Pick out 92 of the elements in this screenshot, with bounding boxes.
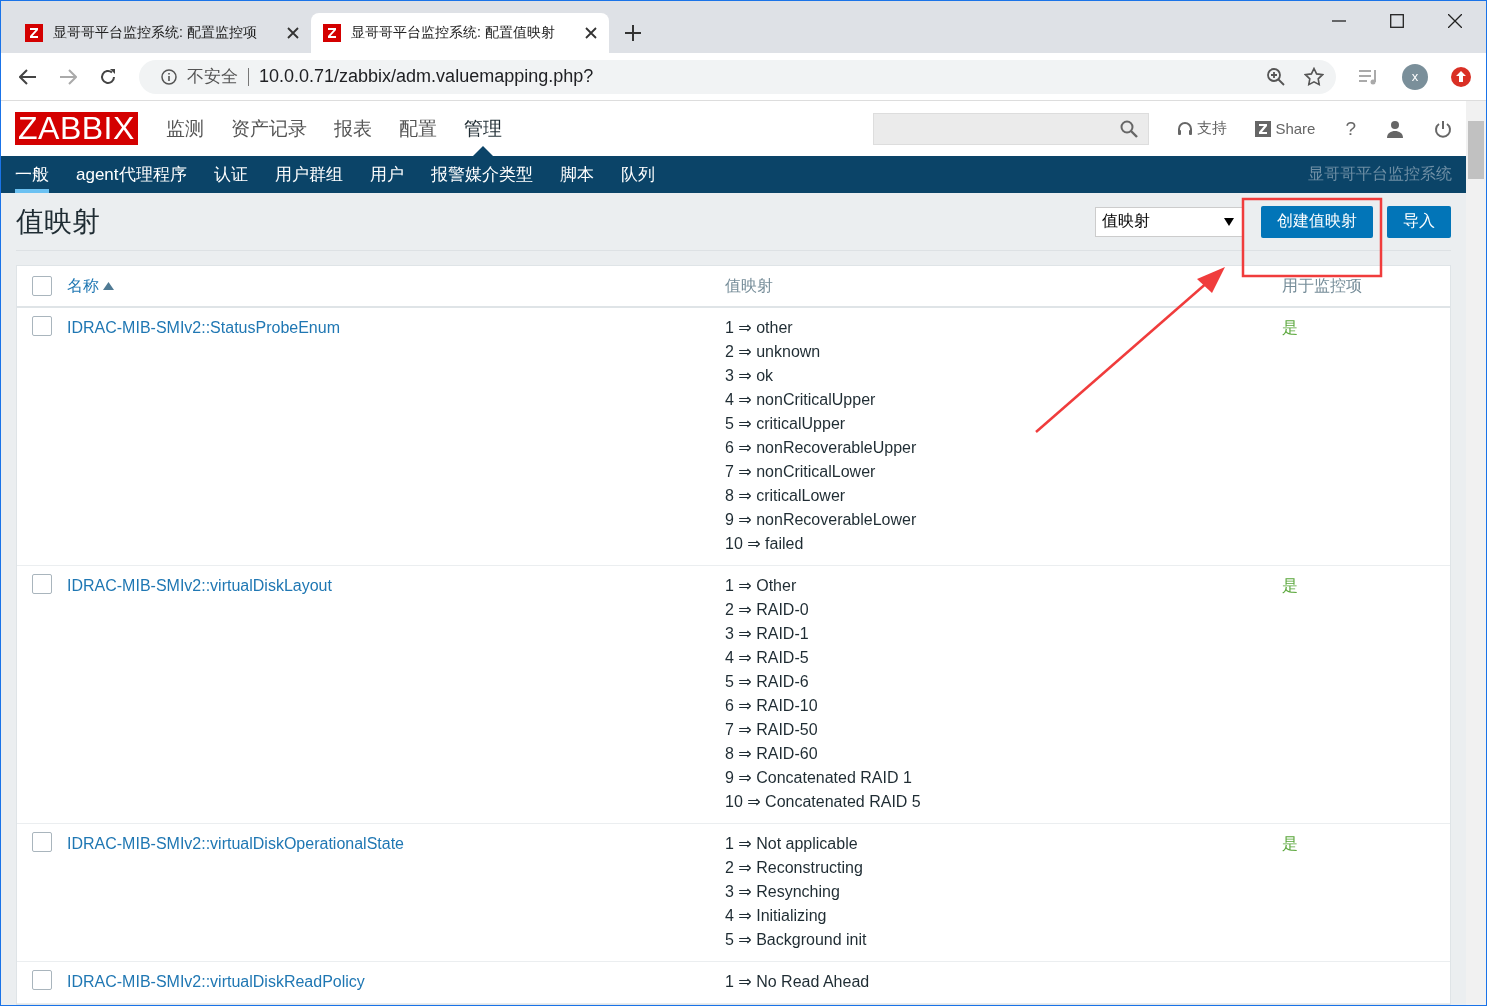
security-label: 不安全 (187, 66, 238, 88)
browser-tab[interactable]: 显哥哥平台监控系统: 配置监控项 (13, 13, 311, 53)
scrollbar-thumb[interactable] (1468, 121, 1484, 179)
menu-item[interactable]: 管理 (463, 101, 502, 157)
browser-tab[interactable]: 显哥哥平台监控系统: 配置值映射 (311, 13, 609, 53)
reload-icon[interactable] (99, 67, 117, 86)
search-icon[interactable] (1120, 119, 1139, 138)
support-link[interactable]: 支持 (1177, 119, 1228, 139)
subnav-item[interactable]: 一般 (15, 156, 49, 193)
row-checkbox[interactable] (32, 970, 52, 990)
menu-item[interactable]: 报表 (333, 101, 372, 157)
subnav-item[interactable]: agent代理程序 (76, 156, 187, 193)
mapping-entry: 8 ⇒ RAID-60 (725, 744, 818, 764)
mapping-entry: 2 ⇒ RAID-0 (725, 600, 809, 620)
create-button[interactable]: 创建值映射 (1261, 205, 1373, 238)
mapping-entry: 3 ⇒ Resynching (725, 882, 840, 902)
mapping-entry: 10 ⇒ failed (725, 534, 804, 554)
mapping-entry: 1 ⇒ Other (725, 576, 797, 596)
maximize-icon[interactable] (1390, 14, 1404, 28)
back-icon[interactable] (19, 67, 37, 86)
update-icon[interactable] (1450, 65, 1472, 88)
zabbix-favicon-icon (323, 24, 341, 42)
mapping-entry: 10 ⇒ Concatenated RAID 5 (725, 792, 921, 812)
mapping-entry: 7 ⇒ nonCriticalLower (725, 462, 876, 482)
mapping-entry: 5 ⇒ RAID-6 (725, 672, 809, 692)
zoom-icon[interactable] (1266, 66, 1286, 87)
power-icon[interactable] (1434, 119, 1452, 138)
page-title: 值映射 (16, 204, 100, 239)
share-logo-icon (1255, 120, 1272, 137)
subnav-item[interactable]: 队列 (620, 156, 655, 193)
used-status: 是 (1282, 834, 1298, 854)
url-text: 10.0.0.71/zabbix/adm.valuemapping.php? (259, 66, 594, 87)
used-status: 是 (1282, 318, 1298, 338)
address-field[interactable]: 不安全 10.0.0.71/zabbix/adm.valuemapping.php? (139, 59, 1336, 94)
close-icon[interactable] (287, 27, 299, 39)
dropdown-caret-icon (1224, 217, 1234, 226)
page-dropdown[interactable]: 值映射 (1095, 206, 1243, 237)
mapping-entry: 7 ⇒ RAID-50 (725, 720, 818, 740)
sort-ascending-icon (103, 282, 114, 290)
menu-item[interactable]: 配置 (398, 101, 437, 157)
subnav-item[interactable]: 认证 (213, 156, 248, 193)
column-header: 值映射 (725, 275, 773, 296)
mapping-entry: 6 ⇒ RAID-10 (725, 696, 818, 716)
used-status: 是 (1282, 576, 1298, 596)
mapping-name-link[interactable]: IDRAC-MIB-SMIv2::StatusProbeEnum (67, 316, 340, 340)
row-checkbox[interactable] (32, 316, 52, 336)
menu-item[interactable]: 资产记录 (230, 101, 307, 157)
tab-title: 显哥哥平台监控系统: 配置值映射 (351, 24, 556, 42)
zabbix-favicon-icon (25, 24, 43, 42)
mapping-entry: 4 ⇒ Initializing (725, 906, 827, 926)
column-header: 用于监控项 (1282, 275, 1362, 296)
subnav-item[interactable]: 用户群组 (274, 156, 343, 193)
mapping-entry: 1 ⇒ other (725, 318, 793, 338)
row-checkbox[interactable] (32, 574, 52, 594)
mapping-name-link[interactable]: IDRAC-MIB-SMIv2::virtualDiskLayout (67, 574, 332, 598)
close-icon[interactable] (1448, 14, 1462, 28)
new-tab-icon[interactable] (625, 25, 641, 41)
mapping-entry: 2 ⇒ Reconstructing (725, 858, 863, 878)
help-link[interactable]: ? (1345, 117, 1356, 140)
mapping-entry: 6 ⇒ nonRecoverableUpper (725, 438, 917, 458)
share-link[interactable]: Share (1255, 120, 1316, 138)
mapping-entry: 9 ⇒ nonRecoverableLower (725, 510, 917, 530)
mapping-entry: 4 ⇒ RAID-5 (725, 648, 809, 668)
subnav-item[interactable]: 报警媒介类型 (430, 156, 533, 193)
mapping-entry: 1 ⇒ No Read Ahead (725, 972, 870, 992)
mapping-entry: 3 ⇒ RAID-1 (725, 624, 809, 644)
mapping-entry: 2 ⇒ unknown (725, 342, 821, 362)
server-name: 显哥哥平台监控系统 (1308, 164, 1452, 185)
mapping-entry: 1 ⇒ Not applicable (725, 834, 858, 854)
mapping-entry: 9 ⇒ Concatenated RAID 1 (725, 768, 912, 788)
mapping-entry: 3 ⇒ ok (725, 366, 774, 386)
tab-title: 显哥哥平台监控系统: 配置监控项 (53, 24, 258, 42)
row-checkbox[interactable] (32, 832, 52, 852)
user-icon[interactable] (1386, 119, 1404, 138)
close-icon[interactable] (585, 27, 597, 39)
import-button[interactable]: 导入 (1387, 205, 1451, 238)
mapping-entry: 4 ⇒ nonCriticalUpper (725, 390, 876, 410)
search-field[interactable] (873, 112, 1150, 145)
select-all-checkbox[interactable] (32, 276, 52, 296)
mapping-entry: 8 ⇒ criticalLower (725, 486, 846, 506)
column-header[interactable]: 名称 (67, 275, 99, 297)
zabbix-logo[interactable]: ZABBIX (15, 112, 138, 146)
mapping-entry: 5 ⇒ Background init (725, 930, 867, 950)
headset-icon (1177, 120, 1194, 137)
subnav-item[interactable]: 用户 (369, 156, 404, 193)
info-icon (161, 68, 177, 85)
subnav-item[interactable]: 脚本 (559, 156, 594, 193)
menu-item[interactable]: 监测 (165, 101, 204, 157)
mapping-name-link[interactable]: IDRAC-MIB-SMIv2::virtualDiskOperationalState (67, 832, 404, 856)
mapping-name-link[interactable]: IDRAC-MIB-SMIv2::virtualDiskReadPolicy (67, 970, 365, 994)
mapping-entry: 5 ⇒ criticalUpper (725, 414, 846, 434)
star-icon[interactable] (1304, 66, 1324, 87)
